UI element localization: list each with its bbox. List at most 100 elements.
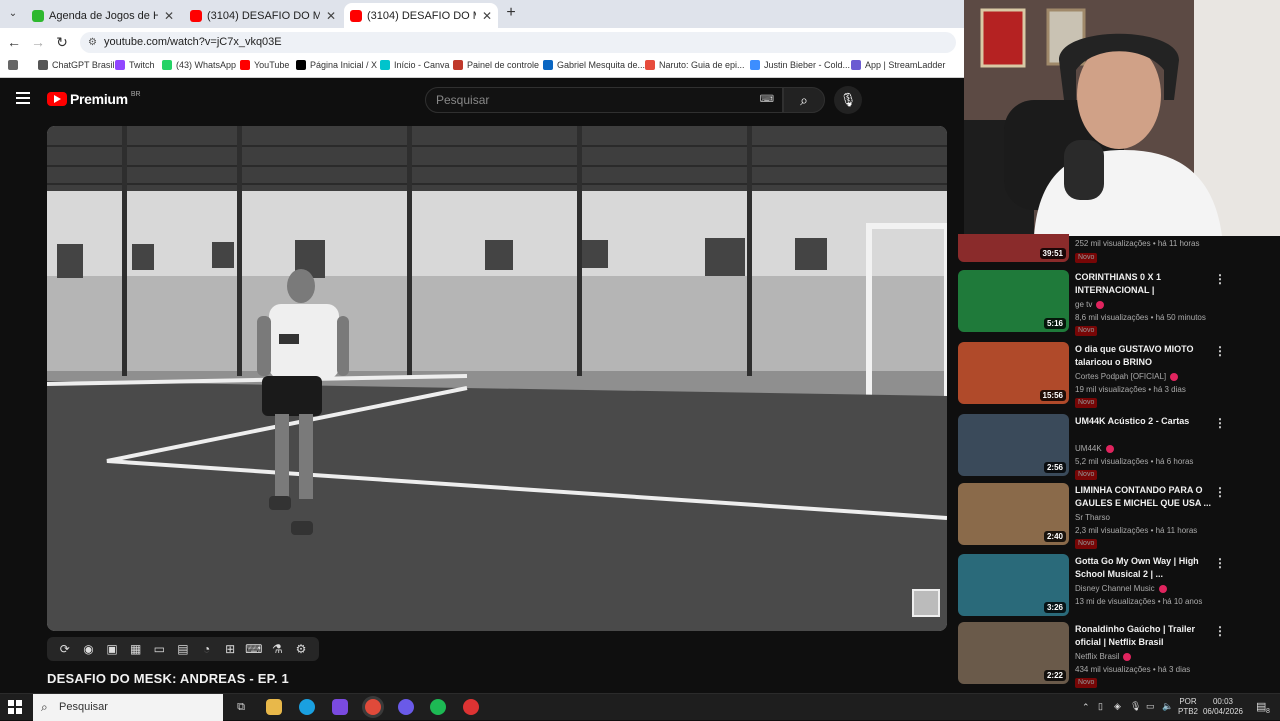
apps-grid-icon[interactable] — [8, 60, 22, 70]
video-player[interactable] — [47, 126, 947, 631]
reload-icon[interactable]: ↻ — [53, 33, 71, 51]
recommendation-item[interactable]: 5:16 CORINTHIANS 0 X 1 INTERNACIONAL | ME… — [958, 270, 1280, 336]
bookmark-item[interactable]: Página Inicial / X — [296, 60, 377, 70]
video-title[interactable]: O dia que GUSTAVO MIOTO talaricou o BRIN… — [1075, 343, 1215, 369]
recommendation-item[interactable]: 15:56 O dia que GUSTAVO MIOTO talaricou o… — [958, 342, 1280, 408]
video-thumbnail[interactable]: 2:22 — [958, 622, 1069, 684]
menu-icon[interactable] — [16, 92, 30, 104]
video-thumbnail[interactable]: 3:26 — [958, 554, 1069, 616]
video-frame — [47, 126, 947, 631]
video-duration: 2:40 — [1043, 531, 1066, 542]
shield-icon[interactable]: ◈ — [1114, 701, 1121, 712]
more-actions-icon[interactable]: ⋮ — [1214, 556, 1226, 570]
clock[interactable]: 00:03 06/04/2026 — [1200, 697, 1246, 717]
video-thumbnail[interactable]: 2:40 — [958, 483, 1069, 545]
language-indicator[interactable]: POR PTB2 — [1178, 697, 1198, 717]
broadcast-icon[interactable]: ◉ — [78, 642, 98, 656]
chevron-up-icon[interactable]: ⌃ — [1082, 702, 1090, 713]
video-thumbnail[interactable]: 2:56 — [958, 414, 1069, 476]
video-title[interactable]: LIMINHA CONTANDO PARA O GAULES E MICHEL … — [1075, 484, 1215, 510]
flask-icon[interactable]: ⚗ — [267, 642, 287, 656]
bookmark-item[interactable]: (43) WhatsApp — [162, 60, 236, 70]
video-meta: 19 mil visualizações • há 3 dias — [1075, 385, 1186, 394]
copilot-icon[interactable] — [332, 699, 348, 715]
close-tab-icon[interactable]: ✕ — [482, 9, 492, 23]
more-actions-icon[interactable]: ⋮ — [1214, 272, 1226, 286]
recommendation-item[interactable]: 3:26 Gotta Go My Own Way | High School Mu… — [958, 554, 1280, 620]
channel-name[interactable]: Sr Tharso — [1075, 513, 1110, 522]
search-input[interactable]: Pesquisar ⌨ — [425, 87, 783, 113]
bookmark-item[interactable]: Naruto: Guia de epi... — [645, 60, 745, 70]
channel-name[interactable]: Cortes Podpah [OFICIAL] — [1075, 372, 1179, 381]
video-thumbnail[interactable]: 39:51 — [958, 234, 1069, 262]
bookmark-item[interactable]: Painel de controle — [453, 60, 539, 70]
chrome-icon[interactable] — [365, 699, 381, 715]
recommendation-item[interactable]: 39:51 252 mil visualizações • há 11 horas… — [958, 234, 1280, 263]
speaker-icon[interactable]: 🔈 — [1162, 701, 1173, 712]
channel-name[interactable]: UM44K — [1075, 444, 1114, 453]
url-field[interactable]: ⚙ youtube.com/watch?v=jC7x_vkq03E — [80, 32, 956, 53]
edge-icon[interactable] — [299, 699, 315, 715]
search-button[interactable]: ⌕ — [783, 87, 825, 113]
site-info-icon[interactable]: ⚙ — [88, 32, 97, 53]
microphone-icon[interactable]: 🎙 — [1130, 701, 1141, 712]
close-tab-icon[interactable]: ✕ — [164, 9, 174, 23]
tab-1[interactable]: Agenda de Jogos de Hoje | ge ✕ — [26, 3, 180, 28]
more-actions-icon[interactable]: ⋮ — [1214, 344, 1226, 358]
back-icon[interactable]: ← — [5, 33, 23, 51]
more-actions-icon[interactable]: ⋮ — [1214, 624, 1226, 638]
youtube-premium-logo[interactable]: Premium BR — [47, 91, 141, 107]
forward-icon[interactable]: → — [29, 33, 47, 51]
clapperboard-icon[interactable]: ▦ — [126, 642, 146, 656]
bookmark-item[interactable]: Twitch — [115, 60, 155, 70]
bookmark-item[interactable]: Início - Canva — [380, 60, 450, 70]
more-actions-icon[interactable]: ⋮ — [1214, 485, 1226, 499]
notifications-icon[interactable]: ▤ — [1256, 700, 1266, 713]
video-title[interactable]: Ronaldinho Gaúcho | Trailer oficial | Ne… — [1075, 623, 1215, 649]
spotify-icon[interactable] — [430, 699, 446, 715]
aspect-ratio-icon[interactable]: ▭ — [149, 642, 169, 656]
tab-search-icon[interactable]: ⌄ — [4, 5, 22, 23]
video-thumbnail[interactable]: 5:16 — [958, 270, 1069, 332]
battery-icon[interactable]: ▭ — [1146, 701, 1155, 712]
bookmark-item[interactable]: App | StreamLadder — [851, 60, 945, 70]
watch-later-icon[interactable]: ▣ — [102, 642, 122, 656]
channel-name[interactable]: Netflix Brasil — [1075, 652, 1132, 661]
taskbar-search-input[interactable]: ⌕ Pesquisar — [33, 694, 223, 721]
add-playlist-icon[interactable]: ⊞ — [220, 642, 240, 656]
mini-player-icon[interactable]: ▤ — [173, 642, 193, 656]
video-title[interactable]: Gotta Go My Own Way | High School Musica… — [1075, 555, 1215, 581]
video-title[interactable]: CORINTHIANS 0 X 1 INTERNACIONAL | MELHOR… — [1075, 271, 1215, 297]
more-actions-icon[interactable]: ⋮ — [1214, 416, 1226, 430]
channel-name[interactable]: ge tv — [1075, 300, 1105, 309]
tab-3-active[interactable]: (3104) DESAFIO DO MESK: AND ✕ — [344, 3, 498, 28]
webcam-frame — [964, 0, 1280, 236]
channel-name[interactable]: Disney Channel Music — [1075, 584, 1167, 593]
speed-icon[interactable]: ◔ — [197, 642, 217, 656]
new-tab-icon[interactable]: + — [502, 4, 520, 22]
recommendation-item[interactable]: 2:22 Ronaldinho Gaúcho | Trailer oficial … — [958, 622, 1280, 688]
video-thumbnail[interactable]: 15:56 — [958, 342, 1069, 404]
settings-gear-icon[interactable]: ⚙ — [291, 642, 311, 656]
windows-start-icon[interactable] — [8, 700, 22, 714]
bookmark-item[interactable]: Justin Bieber - Cold... — [750, 60, 850, 70]
lang-code: POR — [1179, 697, 1197, 706]
recommendation-item[interactable]: 2:56 UM44K Acústico 2 - Cartas UM44K 5,2 mi… — [958, 414, 1280, 480]
file-explorer-icon[interactable] — [266, 699, 282, 715]
device-icon[interactable]: ▯ — [1098, 701, 1103, 712]
bookmark-item[interactable]: Gabriel Mesquita de... — [543, 60, 645, 70]
discord-icon[interactable] — [398, 699, 414, 715]
keyboard-shortcuts-icon[interactable]: ⌨ — [244, 642, 264, 656]
channel-label: Netflix Brasil — [1075, 652, 1120, 661]
voice-search-button[interactable]: 🎙 — [834, 86, 862, 114]
tab-2[interactable]: (3104) DESAFIO DO MESK: AND ✕ — [184, 3, 342, 28]
bookmark-item[interactable]: YouTube — [240, 60, 289, 70]
bookmark-item[interactable]: ChatGPT Brasil — [38, 60, 114, 70]
keyboard-icon[interactable]: ⌨ — [760, 88, 774, 112]
task-view-icon[interactable]: ⧉ — [233, 699, 249, 715]
video-title[interactable]: UM44K Acústico 2 - Cartas — [1075, 415, 1215, 428]
obs-icon[interactable] — [463, 699, 479, 715]
close-tab-icon[interactable]: ✕ — [326, 9, 336, 23]
loop-icon[interactable]: ⟳ — [55, 642, 75, 656]
recommendation-item[interactable]: 2:40 LIMINHA CONTANDO PARA O GAULES E MIC… — [958, 483, 1280, 549]
